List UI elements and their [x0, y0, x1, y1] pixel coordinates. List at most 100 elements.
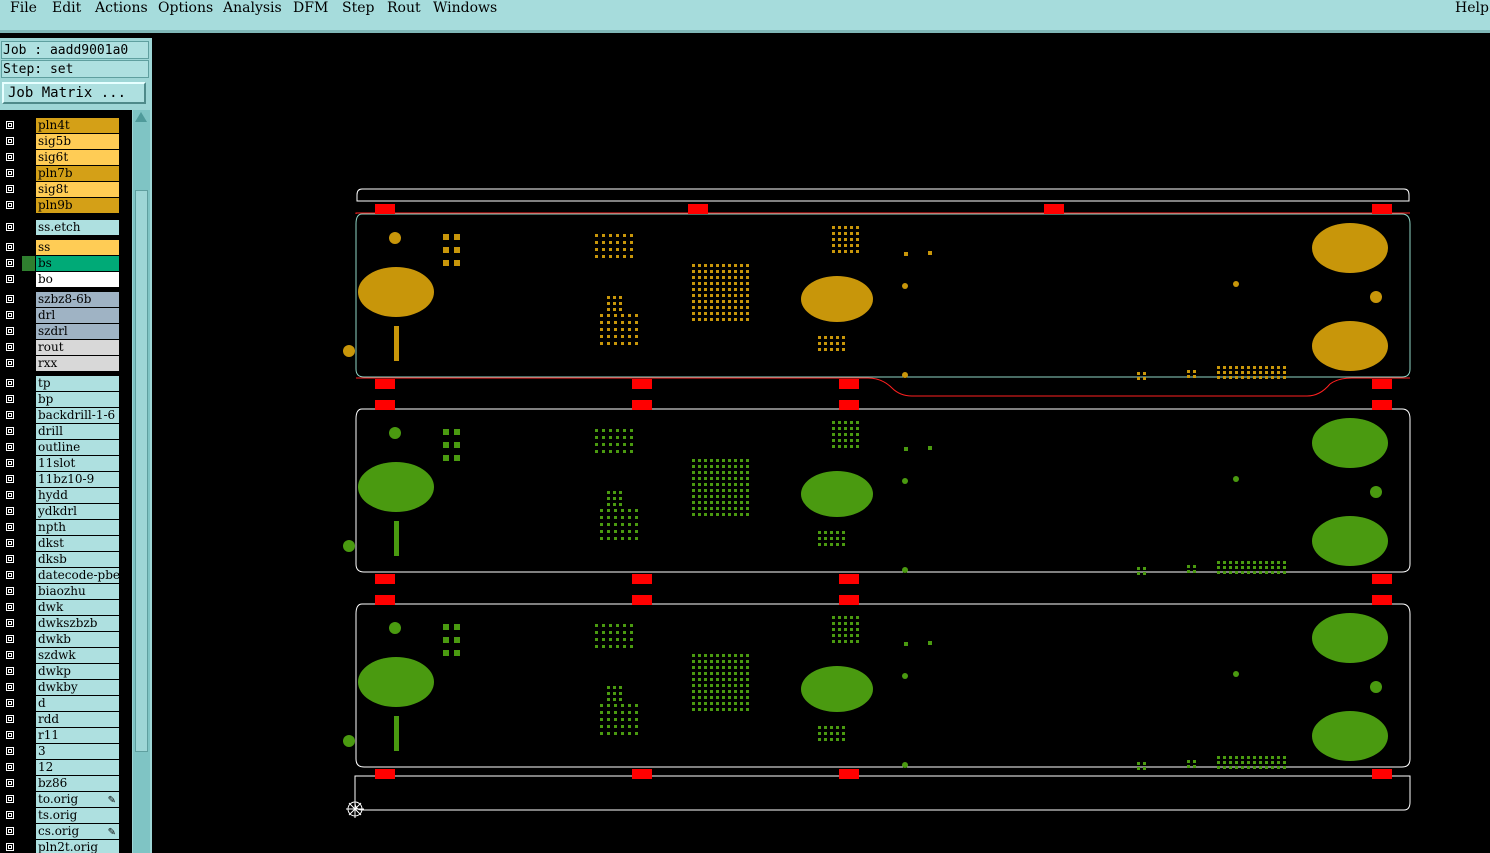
- layer-row[interactable]: dksb: [0, 552, 132, 567]
- layer-row[interactable]: ss: [0, 240, 132, 255]
- layer-name[interactable]: dwkszbzb: [36, 616, 119, 631]
- layer-name[interactable]: rxx: [36, 356, 119, 371]
- layer-name[interactable]: 11bz10-9: [36, 472, 119, 487]
- layer-color-swatch[interactable]: [22, 456, 35, 471]
- layer-row[interactable]: 11slot: [0, 456, 132, 471]
- layer-color-swatch[interactable]: [22, 150, 35, 165]
- layer-color-swatch[interactable]: [22, 520, 35, 535]
- layer-color-swatch[interactable]: [22, 376, 35, 391]
- scroll-thumb[interactable]: [135, 190, 148, 752]
- layer-name[interactable]: pln7b: [36, 166, 119, 181]
- layer-name[interactable]: drill: [36, 424, 119, 439]
- layer-color-swatch[interactable]: [22, 220, 35, 235]
- menu-actions[interactable]: Actions: [95, 0, 148, 17]
- menu-edit[interactable]: Edit: [52, 0, 81, 17]
- layer-name[interactable]: backdrill-1-6: [36, 408, 119, 423]
- layer-row[interactable]: bs: [0, 256, 132, 271]
- layer-color-swatch[interactable]: [22, 600, 35, 615]
- layer-color-swatch[interactable]: [22, 840, 35, 853]
- layer-color-swatch[interactable]: [22, 504, 35, 519]
- menu-file[interactable]: File: [10, 0, 37, 17]
- layer-name[interactable]: npth: [36, 520, 119, 535]
- layer-name[interactable]: 12: [36, 760, 119, 775]
- layer-color-swatch[interactable]: [22, 584, 35, 599]
- layer-color-swatch[interactable]: [22, 408, 35, 423]
- layer-name[interactable]: tp: [36, 376, 119, 391]
- menu-help[interactable]: Help: [1455, 0, 1489, 17]
- layer-color-swatch[interactable]: [22, 536, 35, 551]
- layer-row[interactable]: szbz8-6b: [0, 292, 132, 307]
- layer-color-swatch[interactable]: [22, 648, 35, 663]
- layer-color-swatch[interactable]: [22, 616, 35, 631]
- layer-name[interactable]: 11slot: [36, 456, 119, 471]
- layer-row[interactable]: dwkszbzb: [0, 616, 132, 631]
- layer-name[interactable]: to.orig ✎: [36, 792, 119, 807]
- layer-row[interactable]: bo: [0, 272, 132, 287]
- layer-color-swatch[interactable]: [22, 808, 35, 823]
- layer-name[interactable]: 3: [36, 744, 119, 759]
- layer-row[interactable]: rxx: [0, 356, 132, 371]
- layer-row[interactable]: backdrill-1-6: [0, 408, 132, 423]
- layer-color-swatch[interactable]: [22, 166, 35, 181]
- layer-color-swatch[interactable]: [22, 776, 35, 791]
- layer-row[interactable]: r11: [0, 728, 132, 743]
- layer-color-swatch[interactable]: [22, 728, 35, 743]
- layer-color-swatch[interactable]: [22, 118, 35, 133]
- layer-color-swatch[interactable]: [22, 392, 35, 407]
- layer-row[interactable]: sig5b: [0, 134, 132, 149]
- layer-row[interactable]: pln2t.orig: [0, 840, 132, 853]
- layer-name[interactable]: sig6t: [36, 150, 119, 165]
- job-matrix-button[interactable]: Job Matrix ...: [2, 82, 146, 104]
- layer-row[interactable]: cs.orig ✎: [0, 824, 132, 839]
- layer-color-swatch[interactable]: [22, 568, 35, 583]
- layer-row[interactable]: to.orig ✎: [0, 792, 132, 807]
- layer-row[interactable]: dwk: [0, 600, 132, 615]
- layer-name[interactable]: ydkdrl: [36, 504, 119, 519]
- layer-row[interactable]: ss.etch: [0, 220, 132, 235]
- layer-name[interactable]: szbz8-6b: [36, 292, 119, 307]
- layer-name[interactable]: bp: [36, 392, 119, 407]
- menu-windows[interactable]: Windows: [433, 0, 497, 17]
- layer-color-swatch[interactable]: [22, 134, 35, 149]
- layer-color-swatch[interactable]: [22, 440, 35, 455]
- layer-row[interactable]: pln7b: [0, 166, 132, 181]
- layer-name[interactable]: ss: [36, 240, 119, 255]
- menu-rout[interactable]: Rout: [387, 0, 421, 17]
- layer-row[interactable]: tp: [0, 376, 132, 391]
- layer-name[interactable]: dwkby: [36, 680, 119, 695]
- layer-row[interactable]: pln9b: [0, 198, 132, 213]
- layer-name[interactable]: d: [36, 696, 119, 711]
- layer-color-swatch[interactable]: [22, 792, 35, 807]
- layer-color-swatch[interactable]: [22, 256, 35, 271]
- layer-name[interactable]: rout: [36, 340, 119, 355]
- layer-color-swatch[interactable]: [22, 308, 35, 323]
- layer-color-swatch[interactable]: [22, 272, 35, 287]
- layer-row[interactable]: drill: [0, 424, 132, 439]
- graphics-canvas[interactable]: [152, 36, 1490, 853]
- layer-color-swatch[interactable]: [22, 340, 35, 355]
- layer-color-swatch[interactable]: [22, 324, 35, 339]
- layer-color-swatch[interactable]: [22, 356, 35, 371]
- panel-view[interactable]: [152, 36, 1490, 853]
- layer-row[interactable]: dwkp: [0, 664, 132, 679]
- layer-name[interactable]: dwk: [36, 600, 119, 615]
- layer-row[interactable]: dwkb: [0, 632, 132, 647]
- layer-name[interactable]: biaozhu: [36, 584, 119, 599]
- layer-name[interactable]: pln9b: [36, 198, 119, 213]
- layer-row[interactable]: 11bz10-9: [0, 472, 132, 487]
- layer-color-swatch[interactable]: [22, 744, 35, 759]
- layer-name[interactable]: cs.orig ✎: [36, 824, 119, 839]
- layer-name[interactable]: rdd: [36, 712, 119, 727]
- layer-row[interactable]: outline: [0, 440, 132, 455]
- layer-name[interactable]: drl: [36, 308, 119, 323]
- layer-row[interactable]: drl: [0, 308, 132, 323]
- layer-row[interactable]: biaozhu: [0, 584, 132, 599]
- layer-color-swatch[interactable]: [22, 696, 35, 711]
- layer-color-swatch[interactable]: [22, 240, 35, 255]
- layer-row[interactable]: dkst: [0, 536, 132, 551]
- layer-color-swatch[interactable]: [22, 680, 35, 695]
- layer-color-swatch[interactable]: [22, 472, 35, 487]
- layer-name[interactable]: dksb: [36, 552, 119, 567]
- layer-color-swatch[interactable]: [22, 632, 35, 647]
- layer-row[interactable]: d: [0, 696, 132, 711]
